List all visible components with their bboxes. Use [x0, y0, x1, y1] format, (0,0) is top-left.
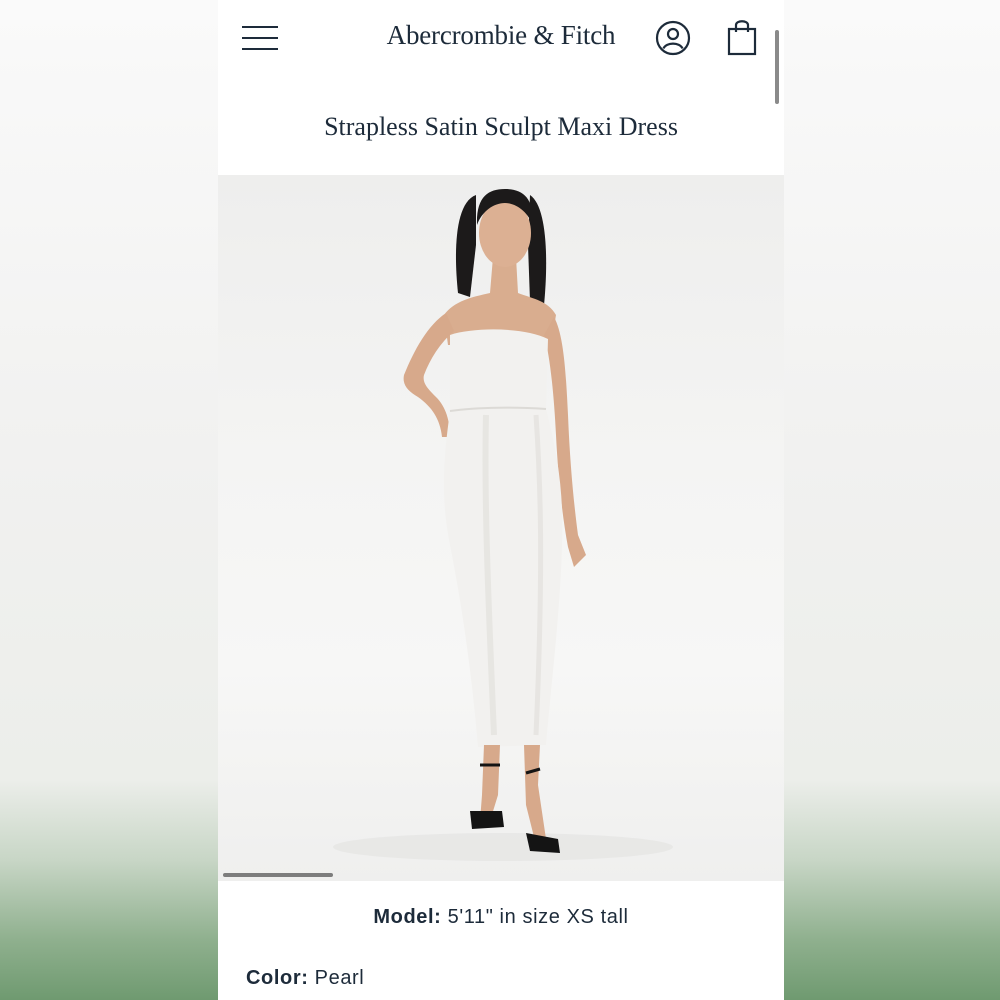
product-page: Abercrombie & Fitch Strapless Satin Scul…	[218, 0, 784, 1000]
site-header: Abercrombie & Fitch	[218, 0, 784, 104]
color-value: Pearl	[314, 967, 365, 989]
model-label: Model:	[373, 906, 442, 928]
color-info: Color: Pearl	[246, 967, 364, 990]
model-photo-illustration	[333, 189, 673, 861]
product-image[interactable]	[218, 175, 784, 881]
carousel-progress-indicator[interactable]	[223, 873, 333, 877]
brand-logo[interactable]: Abercrombie & Fitch	[218, 20, 784, 51]
product-title: Strapless Satin Sculpt Maxi Dress	[324, 112, 678, 141]
shopping-bag-icon[interactable]	[725, 17, 759, 57]
model-value: 5'11" in size XS tall	[447, 906, 629, 928]
scrollbar[interactable]	[775, 30, 779, 104]
account-icon[interactable]	[655, 20, 691, 56]
model-info: Model: 5'11" in size XS tall	[218, 906, 784, 929]
color-label: Color:	[246, 967, 309, 989]
